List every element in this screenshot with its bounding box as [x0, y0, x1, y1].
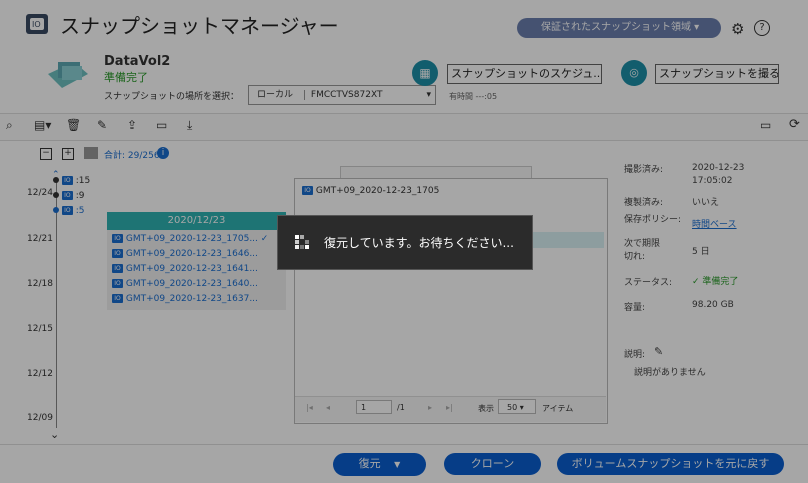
loading-text: 復元しています。お待ちください...	[324, 236, 514, 250]
loading-dialog: 復元しています。お待ちください...	[277, 215, 533, 270]
spinner-icon	[295, 235, 309, 249]
